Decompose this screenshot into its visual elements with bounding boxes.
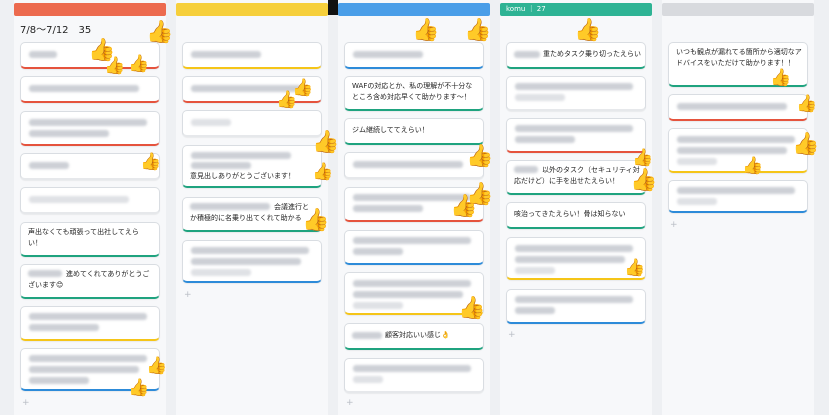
kudos-card[interactable]: 顧客対応いい感じ👌 <box>344 323 484 350</box>
kudos-card[interactable] <box>20 306 160 341</box>
kudos-card[interactable]: 重ためタスク乗り切ったえらい <box>506 42 646 69</box>
kudos-card[interactable] <box>182 110 322 137</box>
thumbs-up-icon[interactable]: 👍 <box>464 20 491 42</box>
kudos-card[interactable] <box>668 180 808 213</box>
thumbs-up-icon[interactable]: 👍 <box>458 298 485 320</box>
card-text: 咳治ってきたえらい！骨は知らない <box>514 210 626 218</box>
thumbs-up-icon[interactable]: 👍 <box>466 146 493 168</box>
thumbs-up-icon[interactable]: 👍 <box>312 132 339 154</box>
kudos-card[interactable] <box>20 76 160 103</box>
thumbs-up-icon[interactable]: 👍 <box>412 20 439 42</box>
kudos-card[interactable] <box>20 187 160 214</box>
card-text: 重ためタスク乗り切ったえらい <box>543 50 641 58</box>
add-card-button[interactable]: + <box>670 220 678 230</box>
thumbs-up-icon[interactable]: 👍 <box>796 96 817 113</box>
kudos-card[interactable] <box>506 118 646 153</box>
kudos-card[interactable] <box>506 76 646 111</box>
column-4-header-label: komu ｜ 27 <box>506 5 546 13</box>
column-5: いつも観点が漏れてる箇所から適切なアドバイスをいただけて助かります！！ + <box>662 0 814 415</box>
kudos-card[interactable]: 進めてくれてありがとうございます😊 <box>20 264 160 299</box>
card-text: 会議進行とか積極的に名乗り出てくれて助かる <box>190 203 309 222</box>
thumbs-up-icon[interactable]: 👍 <box>630 170 657 192</box>
thumbs-up-icon[interactable]: 👍 <box>312 164 333 181</box>
kudos-card[interactable] <box>344 42 484 69</box>
thumbs-up-icon[interactable]: 👍 <box>632 150 653 167</box>
kudos-card[interactable] <box>344 152 484 179</box>
card-text: 進めてくれてありがとうございます😊 <box>28 270 150 289</box>
card-text: 声出なくても頑張って出社してえらい！ <box>28 228 139 247</box>
thumbs-up-icon[interactable]: 👍 <box>128 56 149 73</box>
card-text: WAFの対応とか、私の理解が不十分なところ含め対応早くて助かります〜！ <box>352 82 473 101</box>
thumbs-up-icon[interactable]: 👍 <box>146 358 167 375</box>
thumbs-up-icon[interactable]: 👍 <box>742 158 763 175</box>
column-3-header <box>338 3 490 16</box>
thumbs-up-icon[interactable]: 👍 <box>574 20 601 42</box>
kudos-card[interactable] <box>182 240 322 283</box>
card-text: ジム継続しててえらい！ <box>352 126 429 134</box>
kudos-card[interactable] <box>506 289 646 324</box>
kudos-card[interactable] <box>20 153 160 180</box>
kudos-card[interactable] <box>668 128 808 173</box>
add-card-button[interactable]: + <box>184 290 192 300</box>
kudos-card[interactable]: 以外のタスク（セキュリティ対応だけど）に手を出せたえらい！ <box>506 160 646 195</box>
kudos-card[interactable] <box>668 94 808 121</box>
add-card-button[interactable]: + <box>346 398 354 408</box>
column-1-title: 7/8〜7/12 35 <box>20 25 92 36</box>
card-text: 意見出しありがとうございます！ <box>190 172 295 180</box>
kudos-card[interactable]: 声出なくても頑張って出社してえらい！ <box>20 222 160 257</box>
thumbs-up-icon[interactable]: 👍 <box>128 380 149 397</box>
card-text: いつも観点が漏れてる箇所から適切なアドバイスをいただけて助かります！！ <box>676 48 802 67</box>
kudos-card[interactable] <box>20 111 160 146</box>
add-card-button[interactable]: + <box>22 398 30 408</box>
add-card-button[interactable]: + <box>508 330 516 340</box>
column-5-header <box>662 3 814 16</box>
column-2-header <box>176 3 328 16</box>
thumbs-up-icon[interactable]: 👍 <box>140 154 161 171</box>
kudos-card[interactable] <box>344 358 484 393</box>
thumbs-up-icon[interactable]: 👍 <box>770 70 791 87</box>
card-text: 以外のタスク（セキュリティ対応だけど）に手を出せたえらい！ <box>514 166 640 185</box>
thumbs-up-icon[interactable]: 👍 <box>624 260 645 277</box>
thumbs-up-icon[interactable]: 👍 <box>104 58 125 75</box>
thumbs-up-icon[interactable]: 👍 <box>450 196 477 218</box>
thumbs-up-icon[interactable]: 👍 <box>792 134 819 156</box>
kudos-card[interactable]: ジム継続しててえらい！ <box>344 118 484 145</box>
column-4-header: komu ｜ 27 <box>500 3 652 16</box>
thumbs-up-icon[interactable]: 👍 <box>302 210 329 232</box>
kudos-card[interactable]: WAFの対応とか、私の理解が不十分なところ含め対応早くて助かります〜！ <box>344 76 484 111</box>
column-1-header <box>14 3 166 16</box>
kudos-card[interactable] <box>344 230 484 265</box>
kudos-card[interactable]: 会議進行とか積極的に名乗り出てくれて助かる <box>182 197 322 232</box>
kudos-card[interactable] <box>182 42 322 69</box>
thumbs-up-icon[interactable]: 👍 <box>146 22 173 44</box>
card-text: 顧客対応いい感じ👌 <box>385 331 450 339</box>
column-4: komu ｜ 27 重ためタスク乗り切ったえらい 以外のタスク（セキュリティ対応… <box>500 0 652 415</box>
kudos-card[interactable]: 咳治ってきたえらい！骨は知らない <box>506 202 646 229</box>
kudos-card[interactable]: 意見出しありがとうございます！ <box>182 145 322 188</box>
thumbs-up-icon[interactable]: 👍 <box>276 92 297 109</box>
